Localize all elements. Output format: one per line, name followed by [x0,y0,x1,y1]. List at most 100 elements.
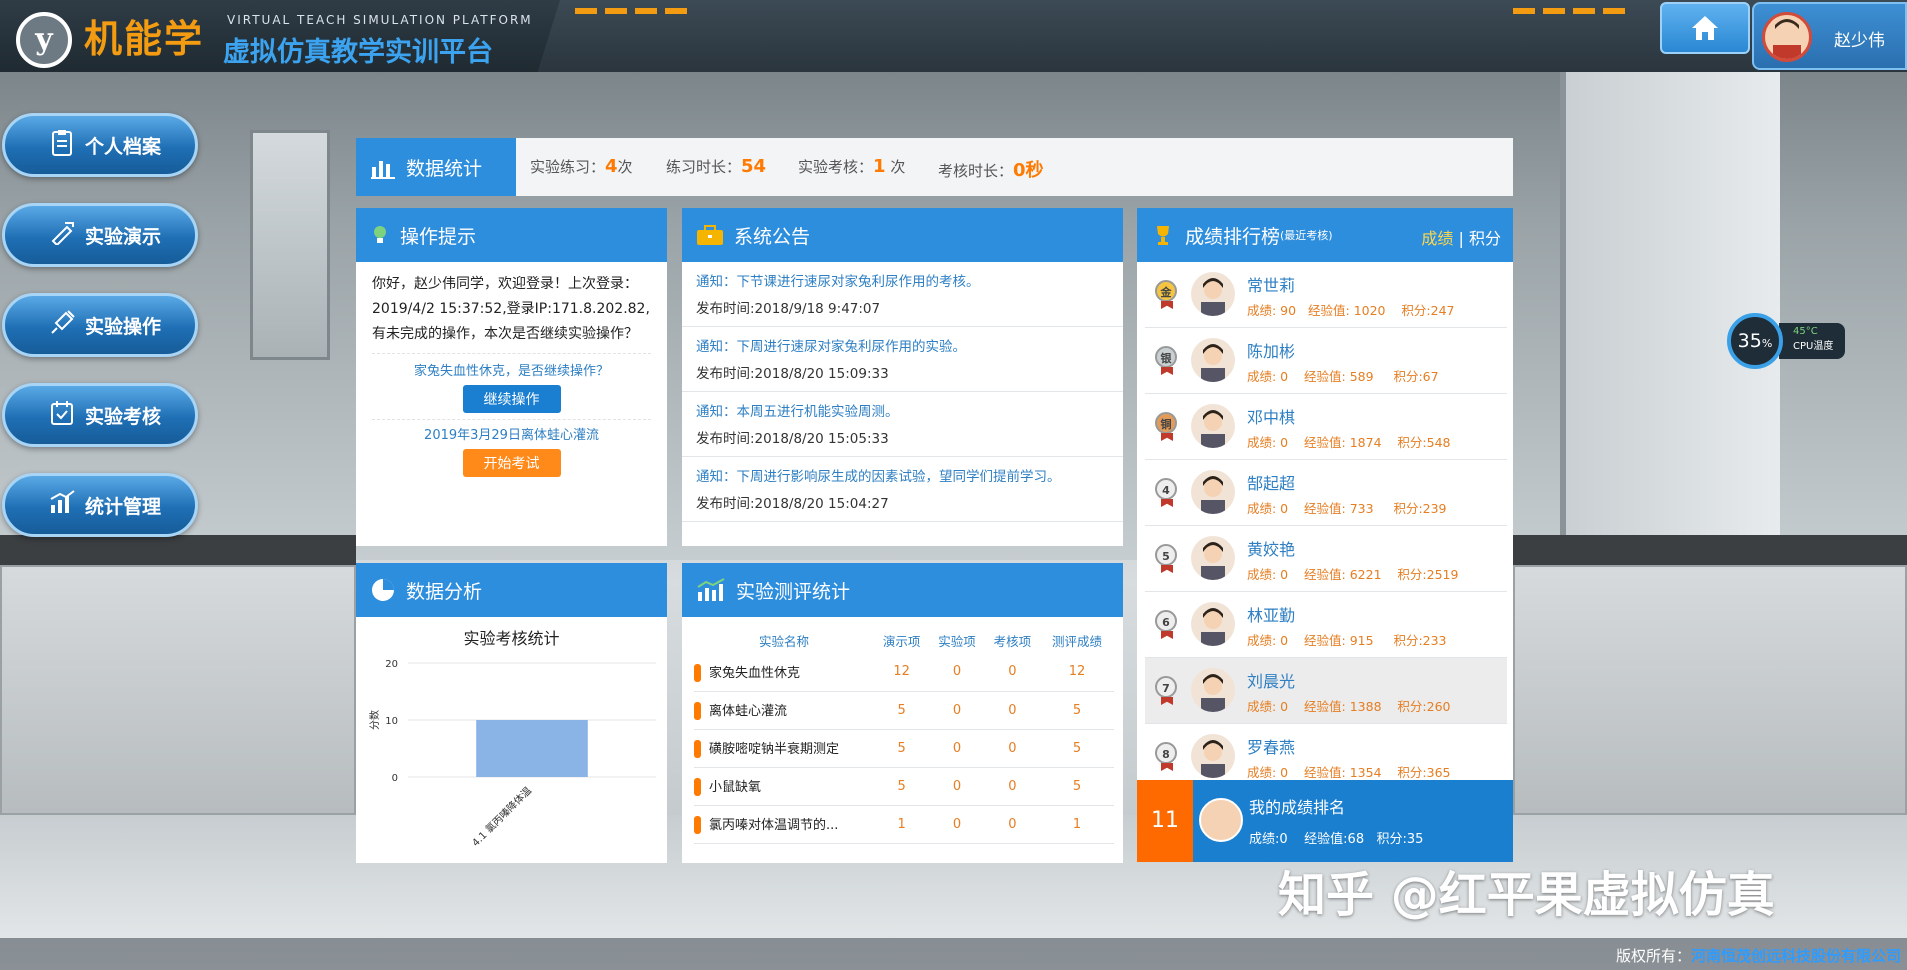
notices-header: 系统公告 [682,208,1123,262]
decorative-stripe [575,8,695,14]
ranking-panel: 成绩排行榜 (最近考核) 成绩 | 积分 金 常世莉 成绩: 90 经验值: 102… [1137,208,1513,780]
bar-chart-icon [371,161,395,179]
ranking-title-note: (最近考核) [1280,229,1333,242]
nav-operation[interactable]: 实验操作 [2,293,198,357]
table-cell: 0 [929,729,985,768]
experiment-name: 小鼠缺氧 [694,767,874,806]
column-header: 测评成绩 [1052,633,1103,649]
table-cell: 5 [1040,767,1114,806]
rank-medal-icon: 4 [1155,478,1179,508]
footer: 版权所有：河南恒茂创远科技股份有限公司 [0,938,1907,970]
rank-medal-icon: 金 [1155,280,1179,310]
analysis-header: 数据分析 [356,563,667,617]
y-tick-label: 20 [385,659,398,670]
nav-profile[interactable]: 个人档案 [2,113,198,177]
logo-subtitle: 虚拟仿真教学实训平台 [223,37,493,68]
cpu-label: CPU温度 [1793,341,1834,352]
rank-medal-icon: 5 [1155,544,1179,574]
tab-points[interactable]: 积分 [1469,229,1501,248]
notice-item[interactable]: 通知：下周进行影响尿生成的因素试验，望同学们提前学习。 发布时间:2018/8/… [682,457,1123,522]
nav-label: 个人档案 [85,135,162,158]
rank-stats: 成绩: 0 经验值: 589 积分:67 [1247,369,1439,384]
continue-button[interactable]: 继续操作 [462,385,561,413]
nav-demo[interactable]: 实验演示 [2,203,198,267]
rank-stats: 成绩: 90 经验值: 1020 积分:247 [1247,303,1455,318]
rank-row[interactable]: 8 罗春燕 成绩: 0 经验值: 1354 积分:365 [1145,724,1507,780]
avatar [1191,602,1235,646]
rank-name: 林亚勤 [1247,606,1296,625]
rank-row[interactable]: 银 陈加彬 成绩: 0 经验值: 589 积分:67 [1145,328,1507,394]
rank-row[interactable]: 金 常世莉 成绩: 90 经验值: 1020 积分:247 [1145,262,1507,328]
logo-title: 机能学 [84,17,205,61]
rank-name: 刘晨光 [1247,672,1296,691]
column-header: 演示项 [882,633,921,649]
table-cell: 12 [1040,653,1114,692]
table-row[interactable]: 氯丙嗪对体温调节的... 1 0 0 1 [694,805,1114,844]
background-window [250,130,330,360]
stats-header: 数据统计 [356,138,516,196]
experiment-name: 磺胺嘧啶钠半衰期测定 [694,729,874,768]
rank-name: 黄姣艳 [1247,540,1296,559]
tips-message: 你好，赵少伟同学，欢迎登录！上次登录：2019/4/2 15:37:52,登录I… [372,276,650,342]
company-link[interactable]: 河南恒茂创远科技股份有限公司 [1691,947,1901,965]
table-cell: 0 [929,767,985,806]
rank-stats: 成绩: 0 经验值: 733 积分:239 [1247,501,1447,516]
background-cabinet [1513,565,1907,815]
ranking-title: 成绩排行榜 [1185,225,1281,248]
rank-row[interactable]: 4 郜起超 成绩: 0 经验值: 733 积分:239 [1145,460,1507,526]
rank-row[interactable]: 5 黄姣艳 成绩: 0 经验值: 6221 积分:2519 [1145,526,1507,592]
nav-label: 实验操作 [85,315,162,338]
pie-chart-icon [372,579,394,601]
rank-medal-icon: 7 [1155,676,1179,706]
home-button[interactable] [1660,2,1750,54]
start-exam-button[interactable]: 开始考试 [462,449,561,477]
table-row[interactable]: 离体蛙心灌流 5 0 0 5 [694,691,1114,730]
ranking-list: 金 常世莉 成绩: 90 经验值: 1020 积分:247 银 陈加彬 成绩: 0 经验值… [1137,262,1513,780]
ranking-tabs: 成绩 | 积分 [1421,225,1501,249]
exam-icon [39,399,85,431]
table-cell: 5 [874,767,930,806]
notice-item[interactable]: 通知：下节课进行速尿对家兔利尿作用的考核。 发布时间:2018/9/18 9:4… [682,262,1123,327]
table-cell: 5 [874,691,930,730]
rank-stats: 成绩: 0 经验值: 1388 积分:260 [1247,699,1451,714]
table-cell: 0 [984,729,1041,768]
table-row[interactable]: 磺胺嘧啶钠半衰期测定 5 0 0 5 [694,729,1114,768]
table-cell: 0 [984,653,1041,692]
y-tick-label: 0 [392,773,398,784]
row-marker [694,664,701,682]
nav-exam[interactable]: 实验考核 [2,383,198,447]
user-profile[interactable]: 赵少伟 [1752,2,1907,70]
table-cell: 12 [874,653,930,692]
nav-stats[interactable]: 统计管理 [2,473,198,537]
rank-row[interactable]: 7 刘晨光成绩: 0 经验值: 1388 积分:260 [1145,658,1507,724]
table-cell: 0 [929,653,985,692]
rank-row[interactable]: 铜 邓中棋 成绩: 0 经验值: 1874 积分:548 [1145,394,1507,460]
row-marker [694,702,701,721]
avatar [1191,404,1235,448]
stat-practice-duration: 练习时长：54 [666,156,767,177]
avatar [1191,338,1235,382]
bar-chart: 0 10 20 分数 4.1 氯丙嗪降体温 [368,659,656,849]
cpu-temperature: 45°C [1793,326,1818,337]
rank-row[interactable]: 6 林亚勤 成绩: 0 经验值: 915 积分:233 [1145,592,1507,658]
column-header: 实验项 [938,633,976,649]
y-tick-label: 10 [385,716,398,727]
table-row[interactable]: 小鼠缺氧 5 0 0 5 [694,767,1114,806]
stats-icon [39,489,85,521]
table-row[interactable]: 家兔失血性休克 12 0 0 12 [694,653,1114,692]
evaluation-header: 实验测评统计 [682,563,1123,617]
tab-score[interactable]: 成绩 [1421,229,1453,248]
chart-bar [476,720,588,777]
cpu-temp-box: 45°C CPU温度 [1779,323,1845,359]
notice-item[interactable]: 通知：本周五进行机能实验周测。 发布时间:2018/8/20 15:05:33 [682,392,1123,457]
row-marker [694,816,701,835]
exam-item-link[interactable]: 2019年3月29日离体蛙心灌流 [372,424,651,443]
experiment-name: 氯丙嗪对体温调节的... [694,805,874,844]
experiment-name: 离体蛙心灌流 [694,691,874,730]
analysis-title: 数据分析 [406,580,483,603]
table-cell: 1 [874,805,930,844]
notice-item[interactable]: 通知：下周进行速尿对家兔利尿作用的实验。 发布时间:2018/8/20 15:0… [682,327,1123,392]
rank-medal-icon: 铜 [1155,412,1179,442]
tips-body: 你好，赵少伟同学，欢迎登录！上次登录：2019/4/2 15:37:52,登录I… [356,262,667,493]
trophy-icon [1157,226,1169,245]
